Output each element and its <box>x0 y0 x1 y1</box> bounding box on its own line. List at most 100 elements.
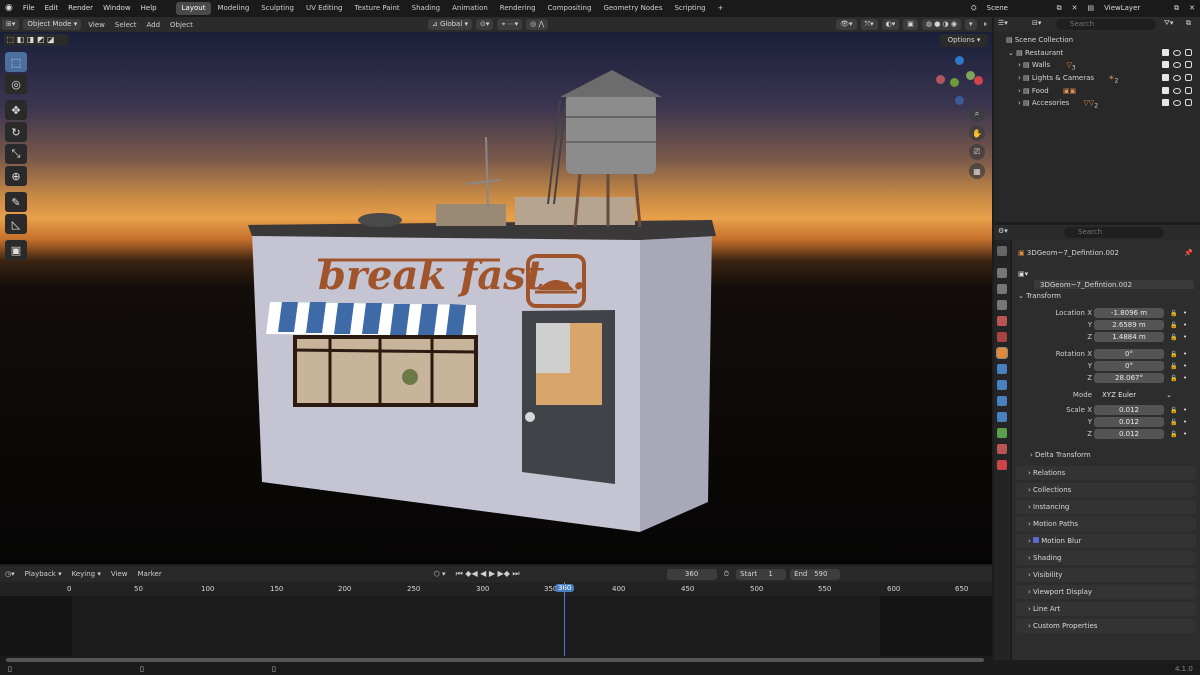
delta-transform-header[interactable]: › Delta Transform <box>1012 450 1200 461</box>
menu-select[interactable]: Select <box>110 21 142 29</box>
scale-z-field[interactable]: 0.012 <box>1094 429 1164 439</box>
proportional-edit-icon[interactable]: ◎ ⋀ <box>526 19 549 30</box>
rotation-mode-dropdown[interactable]: XYZ Euler ⌄ <box>1094 390 1176 400</box>
motion-blur-checkbox[interactable] <box>1033 537 1040 543</box>
expand-chevron-icon[interactable]: › <box>1018 61 1021 69</box>
shading-modes[interactable]: ◍ ● ◑ ◉ <box>921 19 961 30</box>
menu-edit[interactable]: Edit <box>40 0 64 17</box>
tab-scripting[interactable]: Scripting <box>668 2 711 15</box>
outliner-editor-icon[interactable]: ☰▾ <box>998 19 1008 27</box>
object-name-row[interactable]: ▣ 3DGeom~7_Defintion.002 📌 <box>1012 248 1200 259</box>
menu-window[interactable]: Window <box>98 0 136 17</box>
modifier-tab-icon[interactable] <box>997 364 1007 374</box>
transform-orientation-dropdown[interactable]: ⊿ Global ▾ <box>427 19 473 30</box>
axis-x-neg-icon[interactable] <box>936 75 945 84</box>
snap-icon[interactable]: ⌖ ⋯▾ <box>497 19 523 30</box>
scene-name[interactable]: Scene <box>982 0 1052 17</box>
expand-chevron-icon[interactable]: › <box>1018 74 1021 82</box>
outliner-lights-cameras[interactable]: › ▤ Lights & Cameras ☀2 <box>994 72 1200 84</box>
data-tab-icon[interactable] <box>997 428 1007 438</box>
keyframe-dot-icon[interactable]: • <box>1183 405 1187 416</box>
location-x-field[interactable]: -1.8096 m <box>1094 308 1164 318</box>
eye-icon[interactable] <box>1173 62 1181 68</box>
pause-render-icon[interactable]: ⏸ <box>979 20 993 29</box>
axis-y-icon[interactable] <box>950 78 959 87</box>
object-tab-icon[interactable] <box>996 347 1008 359</box>
texture-tab-icon[interactable] <box>997 460 1007 470</box>
panel-instancing[interactable]: › Instancing <box>1016 500 1196 514</box>
keyframe-dot-icon[interactable]: • <box>1183 361 1187 372</box>
end-frame-field[interactable]: End 590 <box>790 568 841 580</box>
tab-sculpting[interactable]: Sculpting <box>255 2 300 15</box>
keyframe-dot-icon[interactable]: • <box>1183 332 1187 343</box>
tab-shading[interactable]: Shading <box>406 2 446 15</box>
menu-keying[interactable]: Keying ▾ <box>67 570 106 578</box>
copy-view-layer-icon[interactable]: ⧉ <box>1169 0 1184 17</box>
lock-icon[interactable]: 🔓 <box>1170 349 1177 360</box>
camera-icon[interactable] <box>1185 87 1192 94</box>
view-layer-name[interactable]: ViewLayer <box>1099 0 1169 17</box>
physics-tab-icon[interactable] <box>997 396 1007 406</box>
3d-viewport[interactable]: break fast... Options ▾ ⌕ ✋ ⎚ ▦ <box>0 32 992 564</box>
eye-icon[interactable] <box>1173 50 1181 56</box>
scrollbar-thumb[interactable] <box>6 658 984 662</box>
keyframe-dot-icon[interactable]: • <box>1183 429 1187 440</box>
camera-icon[interactable] <box>1185 49 1192 56</box>
pin-icon[interactable]: 📌 <box>1184 248 1193 259</box>
axis-y-neg-icon[interactable] <box>966 71 975 80</box>
panel-custom-properties[interactable]: › Custom Properties <box>1016 619 1196 633</box>
expand-chevron-icon[interactable]: › <box>1018 99 1021 107</box>
select-box-icon[interactable]: ⬚ <box>5 52 27 72</box>
measure-icon[interactable]: ◺ <box>5 214 27 234</box>
lock-icon[interactable]: 🔓 <box>1170 361 1177 372</box>
keyframe-dot-icon[interactable]: • <box>1183 373 1187 384</box>
scene-tab-icon[interactable] <box>997 316 1007 326</box>
menu-timeline-view[interactable]: View <box>106 570 133 578</box>
outliner-restaurant[interactable]: ⌄ ▤ Restaurant <box>994 47 1200 59</box>
annotate-icon[interactable]: ✎ <box>5 192 27 212</box>
lock-icon[interactable]: 🔓 <box>1170 308 1177 319</box>
tab-geometry-nodes[interactable]: Geometry Nodes <box>597 2 668 15</box>
close-scene-icon[interactable]: ✕ <box>1067 0 1083 17</box>
transform-icon[interactable]: ⊕ <box>5 166 27 186</box>
panel-collections[interactable]: › Collections <box>1016 483 1196 497</box>
tab-animation[interactable]: Animation <box>446 2 494 15</box>
lock-icon[interactable]: 🔓 <box>1170 405 1177 416</box>
menu-file[interactable]: File <box>18 0 40 17</box>
autokey-icon[interactable]: ⬡ ▾ <box>429 570 451 578</box>
checkbox-icon[interactable] <box>1162 61 1169 68</box>
properties-editor-icon[interactable]: ⚙▾ <box>998 227 1008 235</box>
keyframe-dot-icon[interactable]: • <box>1183 320 1187 331</box>
timeline-body[interactable] <box>0 582 992 656</box>
tab-compositing[interactable]: Compositing <box>542 2 598 15</box>
keyframe-dot-icon[interactable]: • <box>1183 417 1187 428</box>
add-cube-icon[interactable]: ▣ <box>5 240 27 260</box>
outliner-scene-collection[interactable]: ▤ Scene Collection <box>994 34 1200 46</box>
eye-icon[interactable] <box>1173 75 1181 81</box>
panel-viewport-display[interactable]: › Viewport Display <box>1016 585 1196 599</box>
axis-z-neg-icon[interactable] <box>955 96 964 105</box>
add-workspace-button[interactable]: + <box>712 2 730 15</box>
lock-icon[interactable]: 🔓 <box>1170 320 1177 331</box>
rotate-icon[interactable]: ↻ <box>5 122 27 142</box>
tab-texture-paint[interactable]: Texture Paint <box>349 2 406 15</box>
constraints-tab-icon[interactable] <box>997 412 1007 422</box>
location-y-field[interactable]: 2.6589 m <box>1094 320 1164 330</box>
tool-tab-icon[interactable] <box>997 246 1007 256</box>
timeline-ruler[interactable]: 0 50 100 150 200 250 300 350 400 450 500… <box>0 582 992 596</box>
tab-layout[interactable]: Layout <box>175 2 212 15</box>
menu-view[interactable]: View <box>83 21 110 29</box>
world-tab-icon[interactable] <box>997 332 1007 342</box>
rotation-z-field[interactable]: 28.067° <box>1094 373 1164 383</box>
panel-shading[interactable]: › Shading <box>1016 551 1196 565</box>
outliner-food[interactable]: › ▤ Food ▣▣ <box>994 85 1200 97</box>
menu-help[interactable]: Help <box>136 0 162 17</box>
cursor-icon[interactable]: ◎ <box>5 74 27 94</box>
options-button[interactable]: Options ▾ <box>940 34 988 47</box>
start-frame-field[interactable]: Start 1 <box>736 568 787 580</box>
panel-motion-paths[interactable]: › Motion Paths <box>1016 517 1196 531</box>
keyframe-dot-icon[interactable]: • <box>1183 308 1187 319</box>
panel-line-art[interactable]: › Line Art <box>1016 602 1196 616</box>
transform-panel-header[interactable]: ⌄ Transform <box>1016 289 1196 303</box>
eye-icon[interactable] <box>1173 88 1181 94</box>
